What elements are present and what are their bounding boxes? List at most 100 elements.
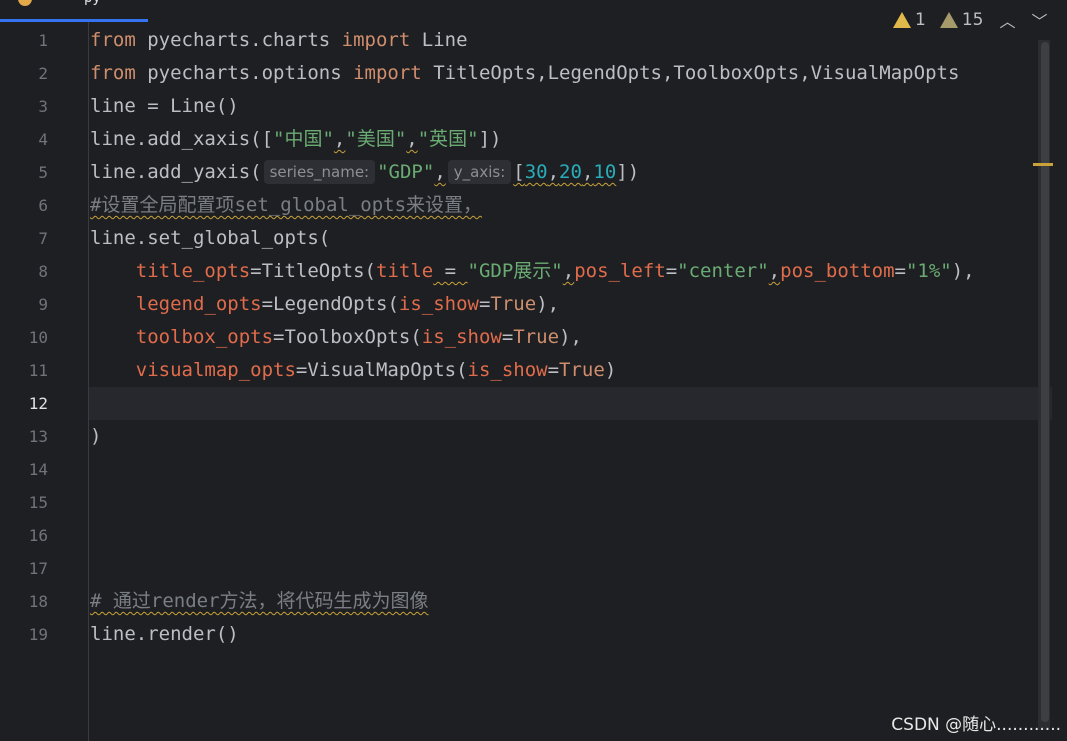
code-line-5: line.add_yaxis(series_name: "GDP", y_axis:… (90, 156, 639, 189)
keyword-argument: is_show (467, 359, 548, 381)
code-line-7: line.set_global_opts( (90, 227, 331, 249)
parameter-hint: y_axis: (447, 160, 512, 184)
number-literal: 30 (524, 161, 548, 183)
line-number: 15 (28, 493, 48, 512)
keyword: True (559, 359, 605, 381)
string-literal: "GDP展示" (467, 260, 563, 282)
code-line-1: from pyecharts.charts import Line (90, 24, 468, 57)
code-text: =VisualMapOpts( (295, 359, 468, 381)
code-line-18: # 通过render方法，将代码生成为图像 (90, 585, 429, 618)
code-text: ]) (616, 161, 640, 183)
list-literal: [30,20,10 (513, 161, 616, 183)
file-tab[interactable]: py (0, 0, 148, 22)
line-number: 16 (28, 526, 48, 545)
line-number: 8 (38, 262, 48, 281)
string-literal: "中国" (273, 128, 334, 150)
code-text: line.add_xaxis([ (90, 128, 274, 150)
code-text: =ToolboxOpts( (273, 326, 422, 348)
code-text: pyecharts.charts (135, 29, 342, 51)
file-tab-label: py (84, 0, 101, 6)
code-text: ]) (478, 128, 502, 150)
comma: , (434, 161, 446, 183)
chevron-down-icon[interactable]: ﹀ (1031, 8, 1047, 32)
scrollbar-thumb[interactable] (1041, 42, 1049, 722)
comment: # 通过render方法，将代码生成为图像 (90, 590, 429, 612)
code-text: = (501, 326, 514, 348)
keyword-argument: visualmap_opts (135, 359, 296, 381)
inspection-widget[interactable]: 1 15 ︿ ﹀ (893, 8, 1048, 32)
code-text: ), (951, 260, 975, 282)
comma: , (562, 260, 575, 282)
current-line-highlight (0, 387, 1052, 420)
weak-warnings-count: 15 (961, 10, 984, 30)
line-number: 1 (38, 31, 48, 50)
line-number: 11 (28, 361, 48, 380)
code-line-19: line.render() (90, 618, 239, 651)
keyword: import (353, 62, 422, 84)
number-literal: 20 (559, 161, 582, 183)
warning-icon (893, 12, 911, 28)
code-line-3: line = Line() (90, 95, 239, 117)
weak-warnings-indicator[interactable]: 15 (939, 10, 984, 30)
line-number: 13 (28, 427, 48, 446)
code-text: ), (536, 293, 560, 315)
code-line-10: toolbox_opts=ToolboxOpts(is_show=True), (90, 321, 582, 354)
code-line-9: legend_opts=LegendOpts(is_show=True), (90, 288, 559, 321)
keyword: True (513, 326, 560, 348)
line-number: 4 (38, 130, 48, 149)
comma: , (333, 128, 346, 150)
comma: , (406, 128, 418, 150)
keyword: from (90, 29, 136, 51)
keyword-argument: pos_bottom (780, 260, 895, 282)
line-number: 19 (28, 625, 48, 644)
comment: #设置全局配置项set_global_opts来设置， (90, 194, 483, 216)
code-text: = (665, 260, 678, 282)
line-number: 10 (28, 328, 48, 347)
line-number: 3 (38, 97, 48, 116)
warnings-indicator[interactable]: 1 (893, 10, 926, 30)
chevron-up-icon[interactable]: ︿ (999, 8, 1015, 32)
code-text: pyecharts.options (135, 62, 354, 84)
string-literal: "center" (677, 260, 769, 282)
code-text: ) (604, 359, 617, 381)
code-text: =TitleOpts( (250, 260, 376, 282)
code-text: =LegendOpts( (261, 293, 399, 315)
line-number: 5 (38, 163, 48, 182)
code-line-13: ) (90, 425, 102, 447)
code-text: = (894, 260, 906, 282)
parameter-hint: series_name: (263, 160, 376, 184)
keyword-argument: legend_opts (135, 293, 262, 315)
warnings-count: 1 (915, 10, 926, 30)
keyword-argument: toolbox_opts (135, 326, 274, 348)
code-line-11: visualmap_opts=VisualMapOpts(is_show=Tru… (90, 354, 617, 387)
line-number: 14 (28, 460, 48, 479)
number-literal: 10 (593, 161, 617, 183)
keyword: import (341, 29, 411, 51)
line-number: 18 (28, 592, 48, 611)
code-text: line.add_yaxis( (90, 161, 262, 183)
python-file-icon (18, 0, 32, 6)
code-line-2: from pyecharts.options import TitleOpts,… (90, 57, 959, 90)
line-number: 7 (38, 229, 48, 248)
comma: , (768, 260, 781, 282)
keyword-argument: is_show (421, 326, 502, 348)
code-text: = (433, 260, 468, 282)
warning-stripe-marker[interactable] (1033, 163, 1053, 166)
comma: , (547, 161, 560, 183)
keyword-argument: title (376, 260, 434, 282)
line-number: 2 (38, 64, 48, 83)
string-literal: "GDP" (377, 161, 435, 183)
code-text: = (478, 293, 491, 315)
code-line-6: #设置全局配置项set_global_opts来设置， (90, 189, 482, 222)
watermark: CSDN @随心............ (891, 715, 1061, 735)
code-text: line.render() (90, 623, 239, 645)
line-number: 6 (38, 196, 48, 215)
code-editor[interactable]: 1 2 3 4 5 6 7 8 9 10 11 12 13 14 15 16 1… (0, 22, 1067, 741)
code-text: TitleOpts,LegendOpts,ToolboxOpts,VisualM… (421, 62, 960, 84)
line-number: 17 (28, 559, 48, 578)
code-line-8: title_opts=TitleOpts(title = "GDP展示",pos… (90, 255, 975, 288)
string-literal: "美国" (345, 128, 407, 150)
